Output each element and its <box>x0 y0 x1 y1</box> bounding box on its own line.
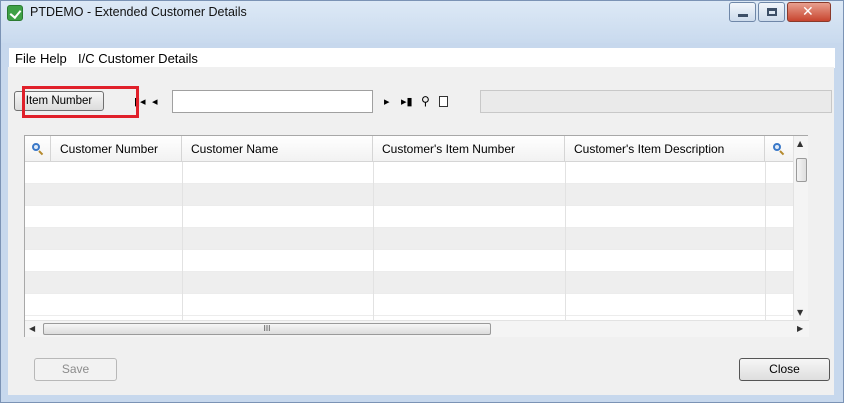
horizontal-scroll-thumb[interactable]: III <box>43 323 491 335</box>
scroll-up-icon[interactable]: ▲ <box>797 139 803 148</box>
app-check-icon <box>7 5 23 21</box>
save-button[interactable]: Save <box>34 358 117 381</box>
menu-help[interactable]: Help <box>40 51 67 66</box>
grid-header-search[interactable] <box>765 136 793 162</box>
close-button[interactable]: Close <box>739 358 830 381</box>
scroll-left-icon[interactable]: ◀ <box>29 324 35 333</box>
vertical-scrollbar[interactable]: ▲ ▼ <box>793 136 808 320</box>
col-customers-item-description[interactable]: Customer's Item Description <box>565 136 765 162</box>
column-divider <box>565 162 566 320</box>
first-record-icon[interactable]: ▮◂ <box>134 96 146 108</box>
column-divider <box>182 162 183 320</box>
table-row[interactable] <box>25 294 793 316</box>
column-search-icon[interactable] <box>773 143 785 156</box>
item-description-field <box>480 90 832 113</box>
item-number-lookup-button[interactable]: Item Number <box>14 91 104 111</box>
minimize-icon <box>738 14 748 17</box>
grid-header: Customer Number Customer Name Customer's… <box>25 136 793 162</box>
window-title: PTDEMO - Extended Customer Details <box>30 5 247 19</box>
table-row[interactable] <box>25 206 793 228</box>
table-row[interactable] <box>25 228 793 250</box>
customer-details-grid[interactable]: Customer Number Customer Name Customer's… <box>24 135 809 337</box>
close-icon: ✕ <box>802 4 814 20</box>
menu-bar: File Help I/C Customer Details <box>9 48 835 68</box>
next-record-icon[interactable]: ▸ <box>384 96 390 108</box>
grid-header-lookup[interactable] <box>25 136 51 162</box>
column-divider <box>373 162 374 320</box>
previous-record-icon[interactable]: ◂ <box>152 96 158 108</box>
last-record-icon[interactable]: ▸▮ <box>401 96 413 108</box>
table-row[interactable] <box>25 184 793 206</box>
table-row[interactable] <box>25 250 793 272</box>
vertical-scroll-thumb[interactable] <box>796 158 807 182</box>
scroll-down-icon[interactable]: ▼ <box>797 308 803 317</box>
column-divider <box>765 162 766 320</box>
row-lookup-icon[interactable] <box>32 143 44 156</box>
scroll-right-icon[interactable]: ▶ <box>797 324 803 333</box>
col-customer-name[interactable]: Customer Name <box>182 136 373 162</box>
maximize-button[interactable] <box>758 2 785 22</box>
search-icon[interactable]: ⚲ <box>421 95 430 107</box>
table-row[interactable] <box>25 272 793 294</box>
window-close-button[interactable]: ✕ <box>787 2 831 22</box>
col-customers-item-number[interactable]: Customer's Item Number <box>373 136 565 162</box>
menu-file[interactable]: File <box>15 51 36 66</box>
minimize-button[interactable] <box>729 2 756 22</box>
menu-ic-customer-details[interactable]: I/C Customer Details <box>78 51 198 66</box>
item-number-input[interactable] <box>172 90 373 113</box>
col-customer-number[interactable]: Customer Number <box>51 136 182 162</box>
new-record-icon[interactable] <box>439 96 448 107</box>
horizontal-scrollbar[interactable]: ◀ III ▶ <box>25 320 809 337</box>
maximize-icon <box>767 8 777 16</box>
table-row[interactable] <box>25 162 793 184</box>
title-bar: PTDEMO - Extended Customer Details ✕ <box>1 1 843 43</box>
